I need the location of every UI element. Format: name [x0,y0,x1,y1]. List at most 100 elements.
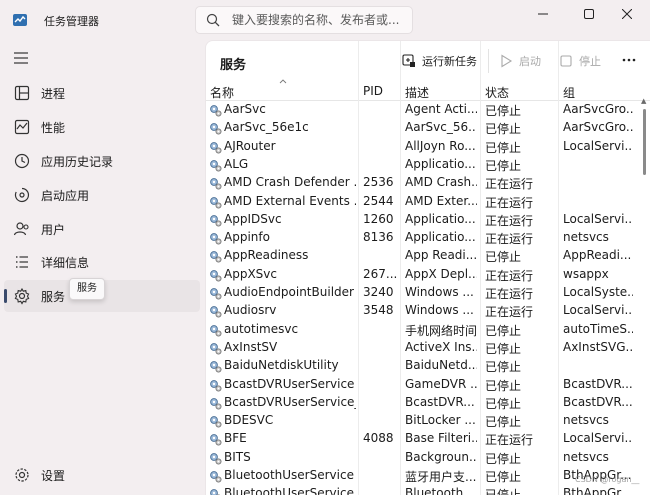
service-name: Appinfo [224,230,270,245]
service-group: BcastDVR... [563,376,633,391]
table-header: 名称 PID 描述 状态 组 [206,79,650,101]
table-row[interactable]: BluetoothUserService 蓝牙用户支... 已停止 BthAppGr.… [206,467,636,485]
stop-button[interactable]: 停止 [559,51,601,71]
column-header-pid[interactable]: PID [363,84,383,98]
service-gear-icon [210,196,222,208]
vertical-scrollbar[interactable]: ▲ [641,97,647,495]
service-description: GameDVR ... [405,376,477,391]
table-row[interactable]: AarSvc Agent Acti... 已停止 AarSvcGro... [206,101,636,119]
page-title: 服务 [220,58,247,73]
service-gear-icon [210,178,222,190]
sidebar-item-label: 用户 [41,223,66,237]
table-row[interactable]: BluetoothUserService... Bluetooth ... 已停止 B… [206,485,636,495]
sort-ascending-icon [279,79,287,84]
service-description: Applicatio... [405,230,476,245]
service-gear-icon [210,105,222,117]
service-group: netsvcs [563,449,609,464]
service-status: 已停止 [485,451,522,466]
sidebar-item-processes[interactable]: 进程 [4,77,200,109]
table-row[interactable]: AppXSvc 267... AppX Depl... 正在运行 wsappx [206,266,636,284]
service-name: BaiduNetdiskUtility [224,358,339,373]
table-row[interactable]: AJRouter AllJoyn Ro... 已停止 LocalServi... [206,138,636,156]
close-button[interactable] [604,0,650,28]
services-icon [14,287,30,305]
service-gear-icon [210,214,222,227]
service-name: BluetoothUserService [224,468,354,482]
service-name: AppReadiness [224,248,309,263]
service-name: AJRouter [224,138,276,153]
users-icon [13,222,29,236]
search-input[interactable] [232,12,408,28]
service-group: LocalServi... [563,303,633,318]
service-description: Windows ... [405,303,474,318]
table-row[interactable]: BcastDVRUserService_... BcastDVR... 已停止 Bca… [206,394,636,412]
service-name: BluetoothUserService... [224,486,356,495]
service-status: 已停止 [485,122,522,137]
service-gear-icon [210,416,222,428]
table-row[interactable]: AMD External Events ... 2544 AMD Exter... 正… [206,193,636,211]
scrollbar-thumb[interactable] [643,109,646,175]
minimize-button[interactable] [520,0,566,28]
gear-icon [15,468,29,482]
service-group: AppReadi... [563,248,632,263]
service-gear-icon [210,160,222,172]
table-row[interactable]: AarSvc_56e1c AarSvc_56... 已停止 AarSvcGro... [206,119,636,137]
service-group: LocalServi... [563,138,633,153]
table-row[interactable]: BDESVC BitLocker ... 已停止 netsvcs [206,412,636,430]
column-header-status[interactable]: 状态 [485,84,509,101]
table-row[interactable]: BaiduNetdiskUtility BaiduNetd... 已停止 [206,357,636,375]
column-header-description[interactable]: 描述 [405,84,429,101]
service-description: AllJoyn Ro... [405,138,476,153]
service-gear-icon [210,361,222,373]
table-row[interactable]: AMD Crash Defender ... 2536 AMD Crash... 正在… [206,174,636,192]
sidebar-item-label: 性能 [41,121,66,135]
service-pid: 8136 [363,230,394,245]
start-button[interactable]: 启动 [499,51,541,71]
service-gear-icon [210,251,222,263]
table-row[interactable]: autotimesvc 手机网络时间 已停止 autoTimeS... [206,321,636,339]
service-description: BaiduNetd... [405,358,477,373]
hamburger-menu-icon[interactable] [12,50,30,66]
table-row[interactable]: BcastDVRUserService GameDVR ... 已停止 BcastDV… [206,376,636,394]
sidebar-item-performance[interactable]: 性能 [4,111,200,143]
more-options-button[interactable] [617,50,641,70]
service-name: AxInstSV [224,339,278,354]
service-description: AMD Crash... [405,175,477,190]
sidebar-item-startup-apps[interactable]: 启动应用 [4,179,200,211]
service-gear-icon [210,471,222,483]
table-row[interactable]: AppIDSvc 1260 Applicatio... 正在运行 LocalServi.… [206,211,636,229]
service-gear-icon [210,452,222,465]
table-row[interactable]: Appinfo 8136 Applicatio... 正在运行 netsvcs [206,229,636,247]
search-box[interactable] [195,6,413,34]
table-row[interactable]: Audiosrv 3548 Windows ... 正在运行 LocalServi... [206,302,636,320]
sidebar-item-app-history[interactable]: 应用历史记录 [4,145,200,177]
table-row[interactable]: AxInstSV ActiveX Ins... 已停止 AxInstSVG... [206,339,636,357]
service-group: netsvcs [563,413,609,428]
run-task-icon [402,54,415,67]
table-row[interactable]: BFE 4088 Base Filteri... 正在运行 LocalServi... [206,430,636,448]
scroll-up-arrow-icon[interactable]: ▲ [641,97,646,105]
service-status: 正在运行 [485,305,534,320]
sidebar-item-settings[interactable]: 设置 [4,459,200,491]
sidebar-item-details[interactable]: 详细信息 [4,246,200,278]
service-status: 已停止 [485,140,522,155]
column-header-name[interactable]: 名称 [210,84,234,101]
performance-icon [14,119,30,135]
service-status: 已停止 [485,486,559,495]
table-row[interactable]: AppReadiness App Readi... 已停止 AppReadi... [206,247,636,265]
service-group: AarSvcGro... [563,102,633,116]
service-pid: 2544 [363,193,394,208]
sidebar-item-users[interactable]: 用户 [4,213,200,245]
table-row[interactable]: BITS Backgroun... 已停止 netsvcs [206,449,636,467]
column-header-group[interactable]: 组 [563,84,575,101]
processes-icon [14,85,30,101]
service-group: LocalServi... [563,211,633,226]
run-new-task-button[interactable]: 运行新任务 [402,51,477,71]
table-row[interactable]: AudioEndpointBuilder 3240 Windows ... 正在运行 L… [206,284,636,302]
service-status: 已停止 [485,323,522,338]
service-pid: 267... [363,266,397,281]
table-row[interactable]: ALG Applicatio... 已停止 [206,156,636,174]
service-status: 正在运行 [485,433,534,448]
service-description: BcastDVR... [405,394,475,409]
service-group: AxInstSVG... [563,339,633,354]
